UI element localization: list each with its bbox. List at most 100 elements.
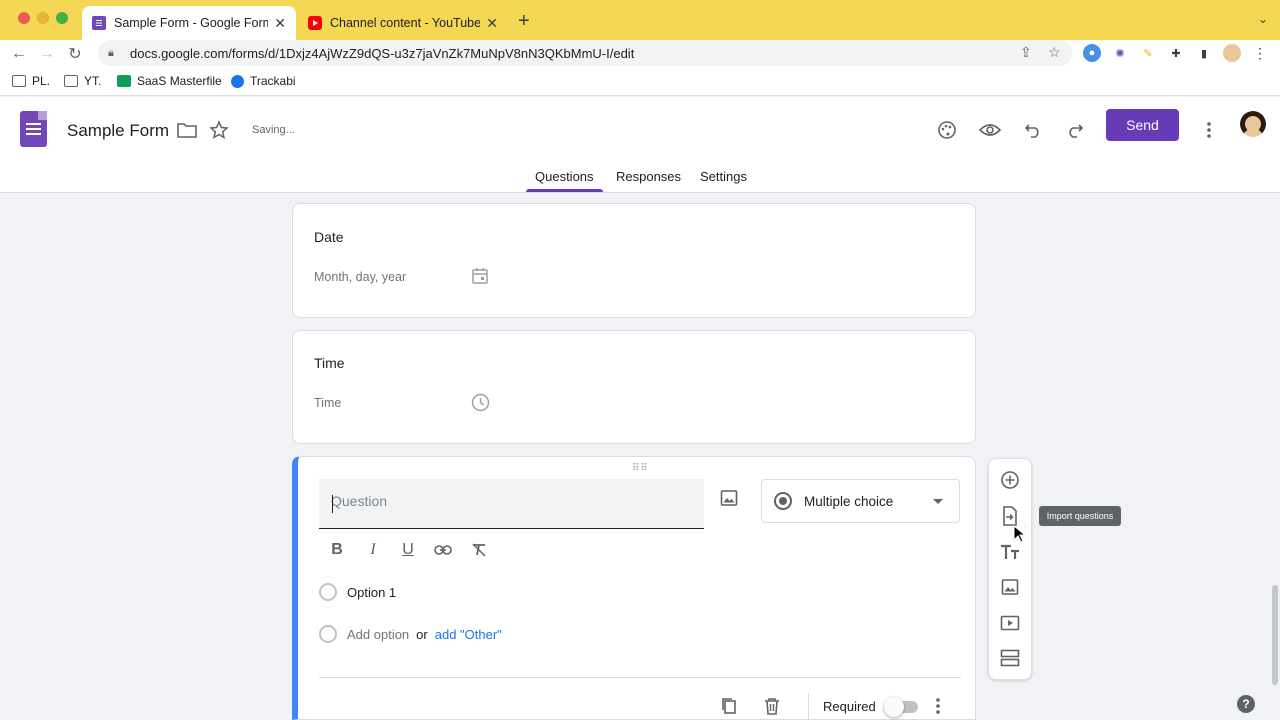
address-bar[interactable]: 🔒︎ docs.google.com/forms/d/1Dxjz4AjWzZ9d…	[98, 40, 1072, 66]
tab-google-forms[interactable]: Sample Form - Google Forms ✕	[82, 6, 296, 40]
reload-icon[interactable]: ↻	[64, 43, 86, 65]
bookmark-folder-yt[interactable]: YT.	[64, 74, 101, 88]
option-row[interactable]: Option 1	[319, 583, 396, 601]
clock-icon	[471, 393, 491, 413]
required-label: Required	[823, 699, 876, 714]
text-caret	[332, 495, 333, 513]
preview-eye-icon[interactable]	[977, 117, 1003, 143]
forward-arrow-icon[interactable]: →	[36, 43, 58, 65]
duplicate-icon[interactable]	[718, 695, 740, 717]
form-tabs: Questions Responses Settings	[0, 163, 1280, 193]
bookmark-label: SaaS Masterfile	[137, 74, 222, 88]
extension-icon[interactable]: ✎	[1139, 44, 1157, 62]
help-icon[interactable]: ?	[1237, 695, 1255, 713]
underline-icon[interactable]: U	[397, 539, 419, 561]
add-other-link[interactable]: add "Other"	[435, 627, 502, 642]
close-window-button[interactable]	[18, 12, 30, 24]
floating-toolbar	[988, 458, 1032, 680]
add-option-link[interactable]: Add option	[347, 627, 409, 642]
radio-button-icon	[319, 583, 337, 601]
more-options-icon[interactable]	[1196, 117, 1222, 143]
profile-avatar[interactable]	[1223, 44, 1241, 62]
bookmark-folder-pl[interactable]: PL.	[12, 74, 50, 88]
date-placeholder: Month, day, year	[314, 270, 407, 284]
bookmark-saas-masterfile[interactable]: SaaS Masterfile	[117, 74, 222, 88]
save-status: Saving...	[252, 124, 295, 136]
tab-youtube-studio[interactable]: Channel content - YouTube Stu ✕	[298, 6, 508, 40]
radio-button-icon	[319, 625, 337, 643]
delete-trash-icon[interactable]	[761, 695, 783, 717]
tab-search-chevron-icon[interactable]: ⌄	[1258, 12, 1268, 26]
tab-title: Sample Form - Google Forms	[114, 16, 269, 30]
bold-icon[interactable]: B	[326, 539, 348, 561]
question-card-time[interactable]: Time Time	[292, 330, 976, 444]
option-label[interactable]: Option 1	[347, 585, 396, 600]
close-tab-icon[interactable]: ✕	[274, 15, 286, 32]
undo-icon[interactable]	[1020, 117, 1046, 143]
italic-icon[interactable]: I	[362, 539, 384, 561]
bookmark-label: YT.	[84, 74, 102, 88]
tooltip: Import questions	[1039, 506, 1121, 526]
time-placeholder: Time	[314, 396, 342, 410]
extensions-puzzle-icon[interactable]: ✚	[1167, 44, 1185, 62]
tab-questions[interactable]: Questions	[535, 169, 594, 184]
footer-divider	[319, 677, 961, 678]
clear-formatting-icon[interactable]	[468, 539, 490, 561]
page-scrollbar[interactable]	[1272, 585, 1278, 685]
form-title[interactable]: Sample Form	[67, 121, 169, 141]
question-type-dropdown[interactable]: Multiple choice	[761, 479, 960, 523]
move-to-folder-icon[interactable]	[174, 117, 200, 143]
tab-responses[interactable]: Responses	[616, 169, 681, 184]
minimize-window-button[interactable]	[37, 12, 49, 24]
extension-icon[interactable]: ●	[1083, 44, 1101, 62]
drag-handle-icon[interactable]: ⠿⠿	[632, 463, 649, 474]
required-toggle[interactable]	[884, 697, 918, 717]
bookmark-star-icon[interactable]: ☆	[1048, 44, 1061, 61]
back-arrow-icon[interactable]: ←	[8, 43, 30, 65]
question-title: Time	[314, 355, 345, 371]
star-icon[interactable]	[206, 117, 232, 143]
extension-icon[interactable]: ✺	[1111, 44, 1129, 62]
add-video-icon[interactable]	[999, 612, 1021, 634]
maximize-window-button[interactable]	[56, 12, 68, 24]
calendar-icon	[471, 267, 491, 287]
question-field[interactable]	[319, 479, 704, 529]
question-input[interactable]	[331, 493, 681, 509]
add-image-icon[interactable]	[999, 576, 1021, 598]
link-icon[interactable]	[432, 539, 454, 561]
browser-menu-icon[interactable]: ⋮	[1251, 44, 1269, 62]
side-panel-icon[interactable]: ▮	[1195, 44, 1213, 62]
folder-icon	[12, 75, 26, 87]
new-tab-button[interactable]: +	[518, 10, 530, 33]
redo-icon[interactable]	[1062, 117, 1088, 143]
more-options-icon[interactable]	[927, 695, 949, 717]
tab-title: Channel content - YouTube Stu	[330, 16, 481, 30]
add-option-row: Add option or add "Other"	[319, 625, 502, 643]
lock-icon: 🔒︎	[108, 46, 114, 59]
google-forms-logo-icon[interactable]	[20, 111, 47, 147]
bookmark-label: Trackabi	[250, 74, 296, 88]
add-title-description-icon[interactable]	[999, 541, 1021, 563]
add-section-icon[interactable]	[999, 647, 1021, 669]
dropdown-arrow-icon	[933, 499, 943, 504]
customize-theme-palette-icon[interactable]	[934, 117, 960, 143]
share-icon[interactable]: ⇪	[1020, 44, 1032, 61]
question-card-active[interactable]: ⠿⠿ Multiple choice B I U Option 1 Add op…	[292, 456, 976, 720]
tab-settings[interactable]: Settings	[700, 169, 747, 184]
trackabi-icon	[231, 74, 244, 88]
footer-separator	[808, 693, 809, 719]
active-tab-indicator	[526, 189, 603, 192]
question-title: Date	[314, 229, 344, 245]
google-forms-favicon-icon	[92, 16, 106, 30]
bookmark-label: PL.	[32, 74, 51, 88]
user-avatar[interactable]	[1240, 111, 1266, 137]
close-tab-icon[interactable]: ✕	[486, 15, 498, 32]
question-card-date[interactable]: Date Month, day, year	[292, 203, 976, 318]
browser-tab-strip: Sample Form - Google Forms ✕ Channel con…	[0, 0, 1280, 40]
bookmark-trackabi[interactable]: Trackabi	[231, 74, 296, 88]
add-question-icon[interactable]	[999, 469, 1021, 491]
youtube-favicon-icon	[308, 16, 322, 30]
send-button[interactable]: Send	[1106, 109, 1179, 141]
add-image-icon[interactable]	[720, 489, 742, 511]
question-type-label: Multiple choice	[804, 493, 894, 509]
